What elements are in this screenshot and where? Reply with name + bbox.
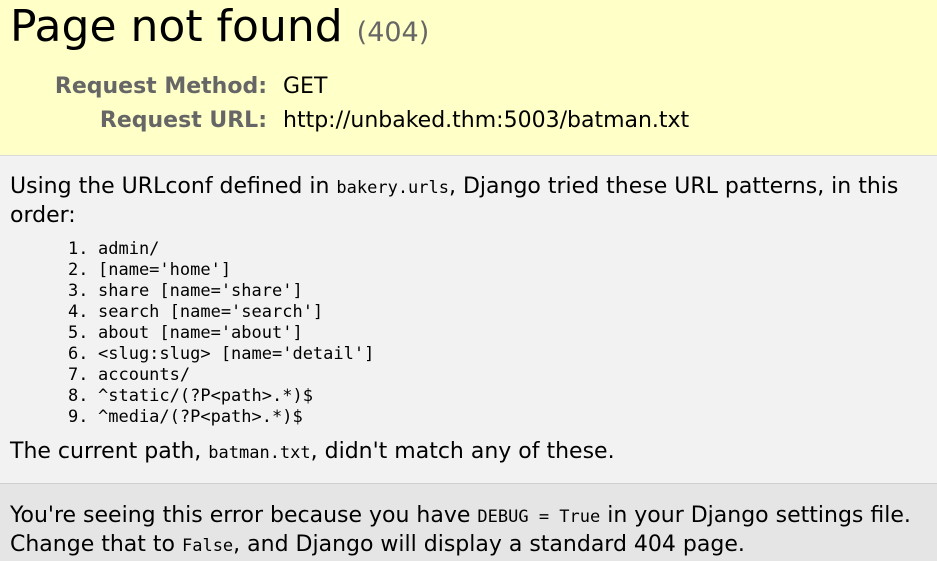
info-panel: Using the URLconf defined in bakery.urls… [0,157,937,483]
url-pattern-text: search [name='search'] [98,302,324,322]
url-pattern-item: 2. [name='home'] [68,260,374,281]
url-pattern-item: 3. share [name='share'] [68,281,374,302]
url-pattern-item: 9. ^media/(?P<path>.*)$ [68,407,374,428]
false-value: False [181,536,234,556]
url-pattern-text: admin/ [98,239,160,259]
urlconf-name: bakery.urls [336,178,449,198]
url-pattern-text: ^media/(?P<path>.*)$ [98,407,303,427]
explanation-panel: You're seeing this error because you hav… [0,483,937,561]
url-pattern-number: 2. [68,260,89,280]
current-path-post: , didn't match any of these. [310,439,615,464]
current-path: batman.txt [208,443,311,463]
summary-panel: Page not found (404) Request Method: GET … [0,0,937,156]
request-method-label: Request Method: [54,74,267,99]
url-pattern-number: 6. [68,344,89,364]
explanation-line1-pre: You're seeing this error because you hav… [10,503,478,528]
url-pattern-text: about [name='about'] [98,323,303,343]
request-url-row: Request URL: http://unbaked.thm:5003/batm… [0,108,689,134]
current-path-message: The current path, batman.txt, didn't mat… [10,438,925,467]
url-pattern-item: 1. admin/ [68,239,374,260]
url-pattern-item: 8. ^static/(?P<path>.*)$ [68,386,374,407]
debug-setting: DEBUG = True [477,507,601,527]
url-pattern-list: 1. admin/2. [name='home'] 3. share [name='sh… [68,239,374,428]
url-pattern-number: 3. [68,281,89,301]
explanation-line2-pre: Change that to [10,532,182,557]
explanation-line2-post: , and Django will display a standard 404… [233,532,745,557]
request-url-label: Request URL: [99,108,267,133]
url-pattern-text: <slug:slug> [name='detail'] [98,344,375,364]
page-title-text: Page not found [10,1,343,52]
debug-explanation: You're seeing this error because you hav… [10,502,935,560]
current-path-pre: The current path, [10,439,209,464]
explanation-line1-post: in your Django settings file. [600,503,911,528]
request-url-value: http://unbaked.thm:5003/batman.txt [283,108,690,133]
page-title: Page not found (404) [10,4,429,56]
url-pattern-item: 7. accounts/ [68,365,374,386]
url-pattern-number: 8. [68,386,89,406]
url-pattern-number: 4. [68,302,89,322]
url-pattern-text: ^static/(?P<path>.*)$ [98,386,313,406]
request-method-row: Request Method: GET [0,74,328,100]
url-pattern-number: 1. [68,239,89,259]
url-pattern-item: 6. <slug:slug> [name='detail'] [68,344,374,365]
request-method-value: GET [283,74,328,99]
status-code: (404) [356,17,430,48]
urlconf-intro-pre: Using the URLconf defined in [10,174,337,199]
url-pattern-text: accounts/ [98,365,191,385]
url-pattern-item: 5. about [name='about'] [68,323,374,344]
url-pattern-text: [name='home'] [98,260,232,280]
url-pattern-number: 5. [68,323,89,343]
url-pattern-item: 4. search [name='search'] [68,302,374,323]
urlconf-intro: Using the URLconf defined in bakery.urls… [10,173,925,229]
url-pattern-text: share [name='share'] [98,281,303,301]
url-pattern-number: 9. [68,407,89,427]
url-pattern-number: 7. [68,365,89,385]
